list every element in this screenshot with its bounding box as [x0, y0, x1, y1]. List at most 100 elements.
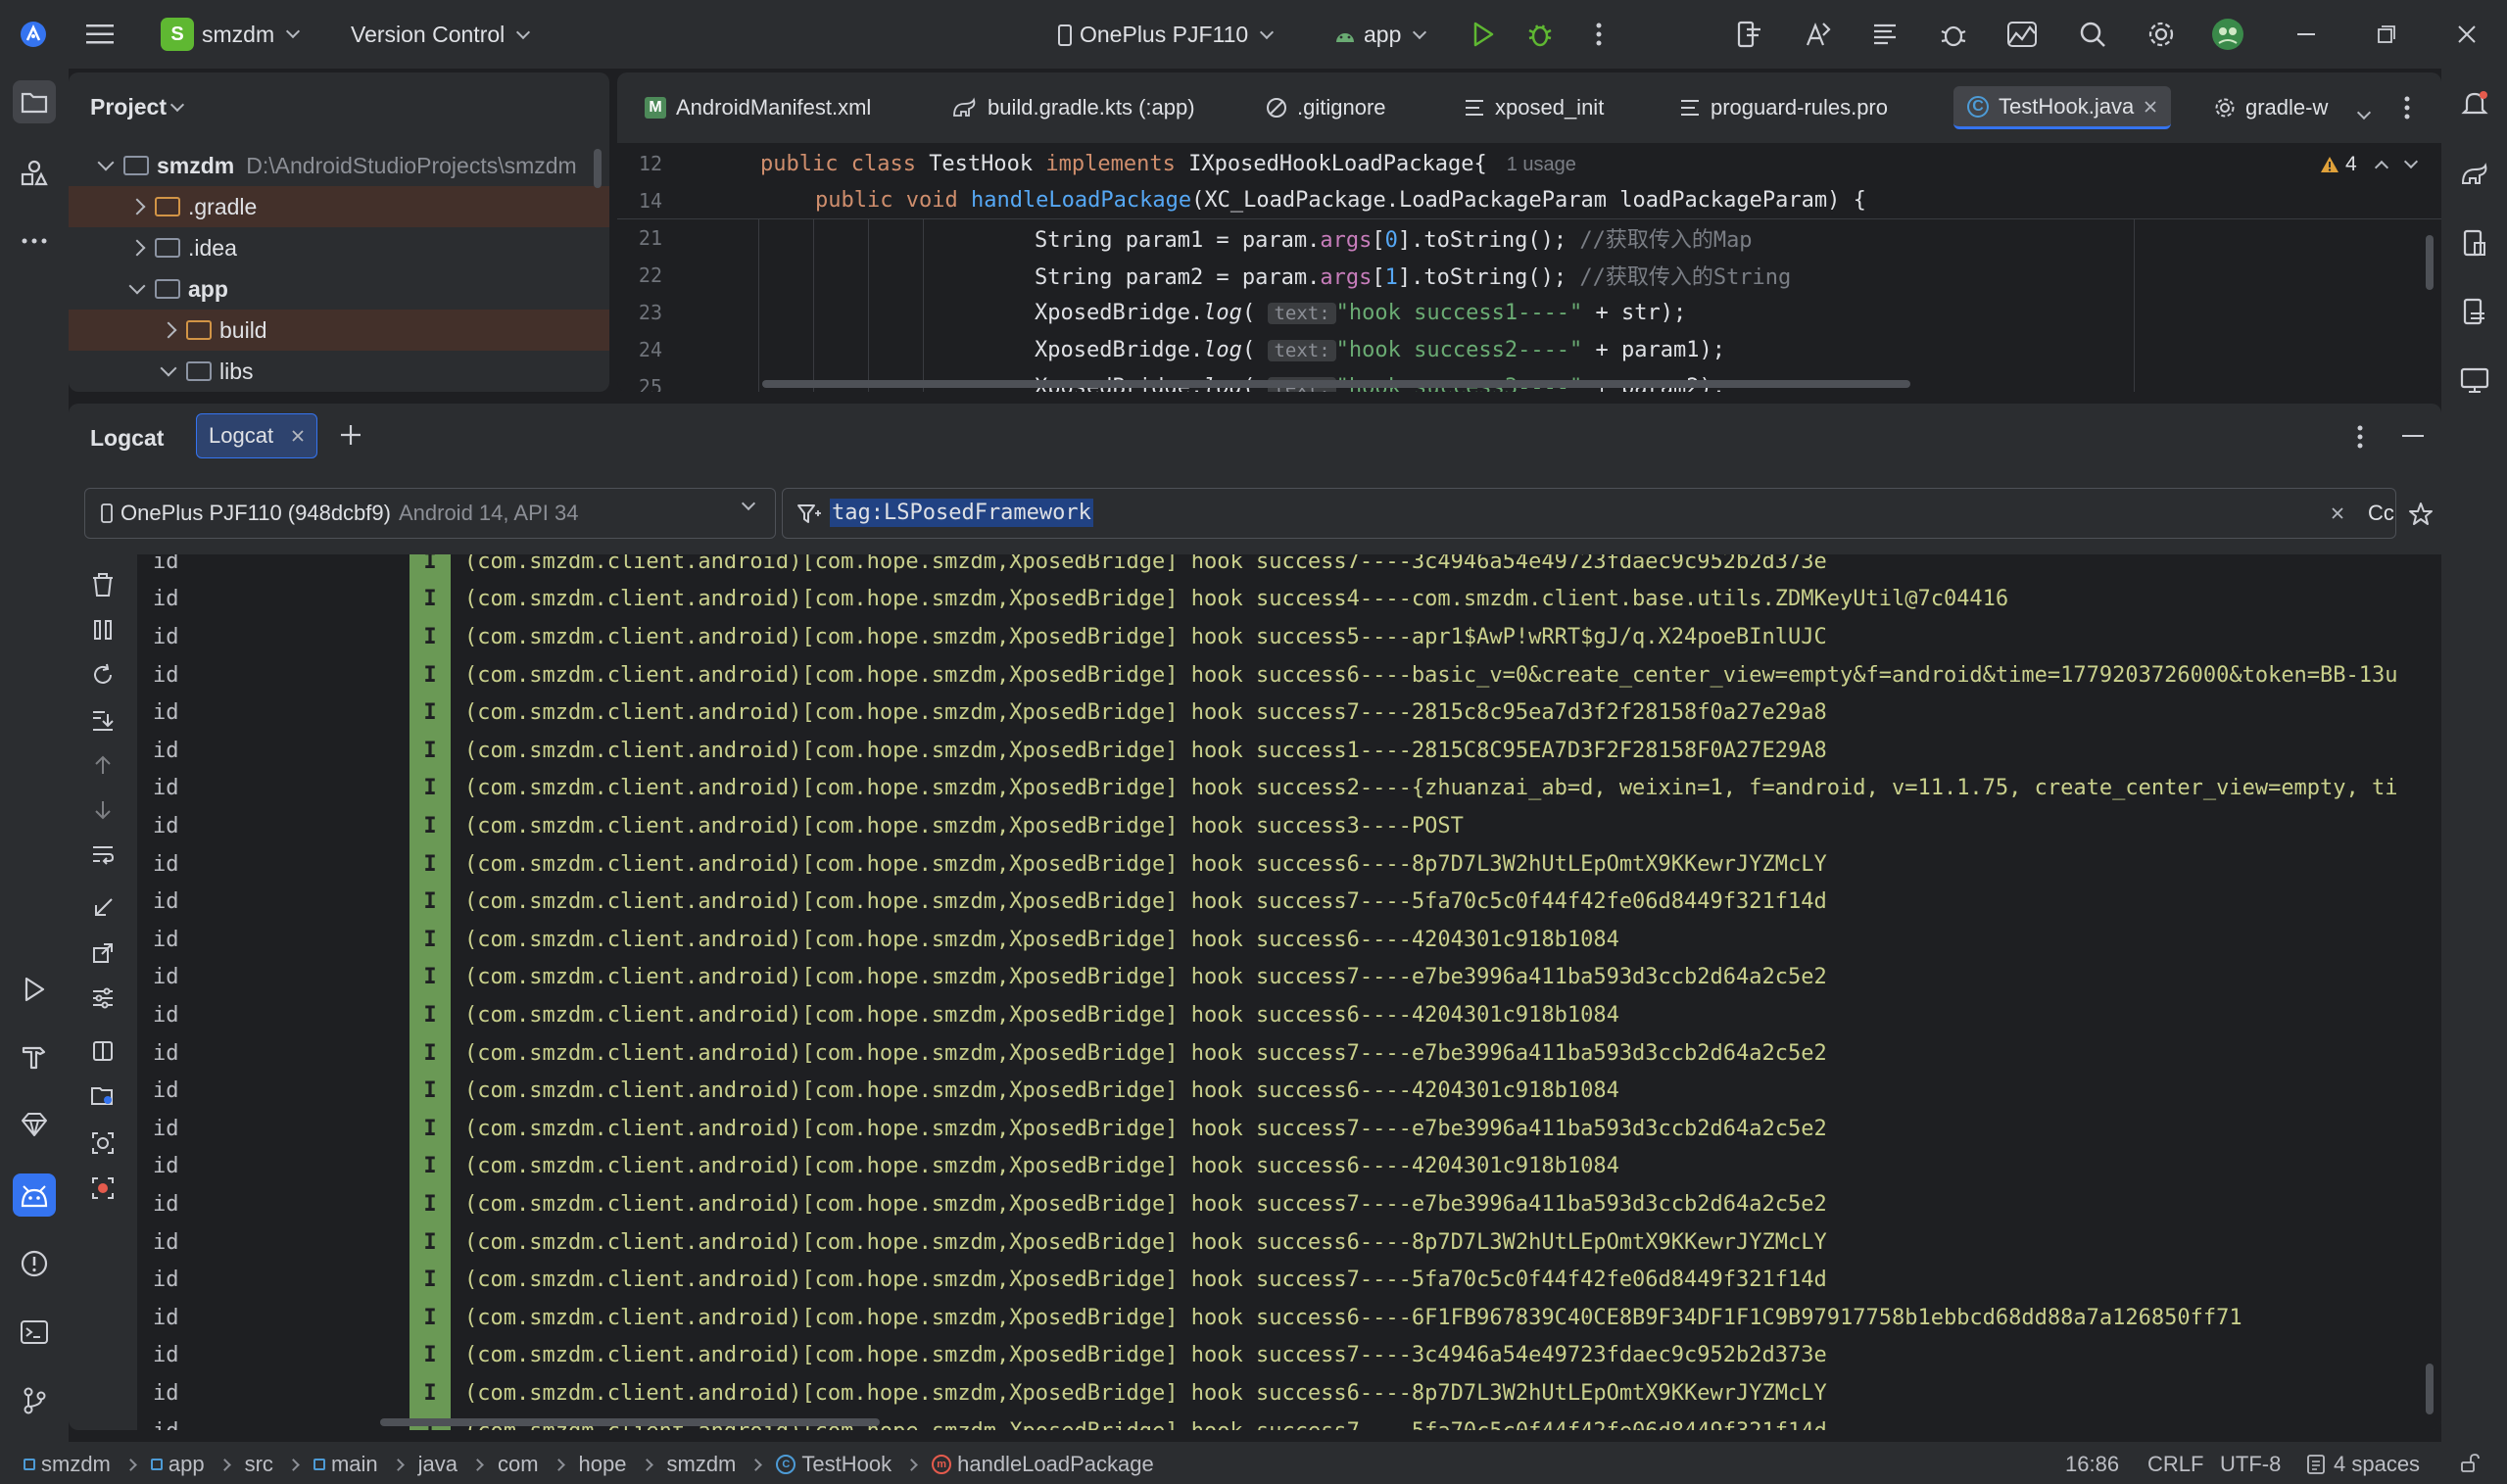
- next-occurrence-arrow-down-icon[interactable]: [86, 793, 120, 827]
- log-row[interactable]: id I (com.smzdm.client.android)[com.hope.s…: [137, 1110, 2441, 1148]
- editor-horizontal-scrollbar[interactable]: [762, 380, 1910, 388]
- close-tab-icon[interactable]: [2144, 100, 2157, 114]
- translate-icon[interactable]: [1799, 15, 1838, 54]
- usage-hint[interactable]: 1 usage: [1507, 154, 1576, 175]
- breadcrumb-item[interactable]: java: [418, 1452, 458, 1477]
- caret-position[interactable]: 16:86: [2065, 1452, 2119, 1477]
- tree-item-libs[interactable]: libs: [69, 351, 609, 392]
- read-only-lock-icon[interactable]: [2459, 1454, 2481, 1473]
- tab-gradle-wrapper[interactable]: gradle-w: [2200, 86, 2341, 129]
- log-row[interactable]: id I (com.smzdm.client.android)[com.hope.s…: [137, 921, 2441, 959]
- log-row[interactable]: id I (com.smzdm.client.android)[com.hope.s…: [137, 1147, 2441, 1186]
- log-row[interactable]: id I (com.smzdm.client.android)[com.hope.s…: [137, 1374, 2441, 1412]
- expand-arrow-icon[interactable]: [86, 936, 120, 970]
- screenshot-icon[interactable]: [86, 1126, 120, 1160]
- log-row[interactable]: id I (com.smzdm.client.android)[com.hope.s…: [137, 554, 2441, 581]
- profiler-icon[interactable]: [2002, 15, 2042, 54]
- restore-window-icon[interactable]: [2367, 15, 2406, 54]
- logcat-tab[interactable]: Logcat: [196, 413, 318, 458]
- terminal-icon[interactable]: [13, 1311, 56, 1354]
- build-hammer-icon[interactable]: [13, 1034, 56, 1077]
- tab-testhook-java[interactable]: C TestHook.java: [1953, 86, 2172, 129]
- breadcrumb-item[interactable]: smzdm: [667, 1452, 737, 1477]
- scroll-to-end-icon[interactable]: [86, 703, 120, 737]
- file-encoding[interactable]: UTF-8: [2220, 1452, 2281, 1477]
- log-row[interactable]: id I (com.smzdm.client.android)[com.hope.s…: [137, 1261, 2441, 1299]
- tab-gitignore[interactable]: .gitignore: [1252, 86, 1400, 129]
- match-case-toggle[interactable]: Cc: [2368, 501, 2394, 526]
- log-row[interactable]: id I (com.smzdm.client.android)[com.hope.s…: [137, 1033, 2441, 1073]
- log-row[interactable]: id I (com.smzdm.client.android)[com.hope.s…: [137, 1299, 2441, 1337]
- next-highlight-icon[interactable]: [2403, 154, 2418, 169]
- code-line-24[interactable]: 24 XposedBridge.log( text: "hook success2…: [617, 331, 2441, 368]
- filter-query[interactable]: tag:LSPosedFramework: [830, 499, 1093, 527]
- running-devices-icon[interactable]: [2453, 359, 2496, 402]
- close-window-icon[interactable]: [2447, 15, 2486, 54]
- clear-logcat-trash-icon[interactable]: [86, 568, 120, 601]
- log-row[interactable]: id I (com.smzdm.client.android)[com.hope.s…: [137, 769, 2441, 808]
- device-file-explorer-icon[interactable]: [2453, 221, 2496, 264]
- code-line-14[interactable]: 14 public void handleLoadPackage(XC_Load…: [617, 182, 2441, 219]
- run-icon[interactable]: [1464, 15, 1503, 54]
- android-studio-logo-icon[interactable]: [14, 15, 53, 54]
- tab-xposed-init[interactable]: xposed_init: [1450, 86, 1617, 129]
- breadcrumb-item[interactable]: com: [498, 1452, 539, 1477]
- hamburger-menu-icon[interactable]: [80, 15, 120, 54]
- log-row[interactable]: id I (com.smzdm.client.android)[com.hope.s…: [137, 1185, 2441, 1223]
- gradle-tool-icon[interactable]: [2453, 153, 2496, 196]
- tab-build-gradle[interactable]: build.gradle.kts (:app): [939, 86, 1209, 129]
- log-row[interactable]: id I (com.smzdm.client.android)[com.hope.s…: [137, 883, 2441, 921]
- run-config-selector[interactable]: app: [1334, 22, 1427, 48]
- vcs-menu[interactable]: Version Control: [351, 22, 531, 48]
- editor-more-icon[interactable]: [2404, 96, 2410, 120]
- log-row[interactable]: id I (com.smzdm.client.android)[com.hope.s…: [137, 996, 2441, 1034]
- export-logs-icon[interactable]: [86, 1079, 120, 1113]
- avatar[interactable]: [2208, 15, 2247, 54]
- logcat-device-selector[interactable]: OnePlus PJF110 (948dcbf9) Android 14, AP…: [84, 488, 776, 539]
- new-tab-plus-icon[interactable]: [339, 423, 362, 447]
- code-line-22[interactable]: 22 String param2 = param.args[1].toStrin…: [617, 257, 2441, 294]
- log-row[interactable]: id I (com.smzdm.client.android)[com.hope.s…: [137, 1222, 2441, 1262]
- soft-wrap-icon[interactable]: [86, 838, 120, 872]
- minimize-window-icon[interactable]: [2287, 15, 2326, 54]
- tree-item-idea[interactable]: .idea: [69, 227, 609, 268]
- debug-icon[interactable]: [1520, 15, 1560, 54]
- indent-setting[interactable]: 4 spaces: [2306, 1452, 2420, 1477]
- tabs-overflow-chevron-icon[interactable]: [2353, 98, 2372, 123]
- project-tool-icon[interactable]: [13, 80, 56, 123]
- tree-item-gradle[interactable]: .gradle: [69, 186, 609, 227]
- favorite-star-icon[interactable]: [2408, 502, 2434, 527]
- settings-gear-icon[interactable]: [2142, 15, 2181, 54]
- breadcrumb-item[interactable]: main: [331, 1452, 378, 1477]
- log-row[interactable]: id I (com.smzdm.client.android)[com.hope.s…: [137, 694, 2441, 732]
- search-icon[interactable]: [2073, 15, 2112, 54]
- logcat-filter-field[interactable]: tag:LSPosedFramework Cc: [782, 488, 2396, 539]
- restart-icon[interactable]: [86, 658, 120, 692]
- log-row[interactable]: id I (com.smzdm.client.android)[com.hope.s…: [137, 1072, 2441, 1110]
- logcat-output[interactable]: id I (com.smzdm.client.android)[com.hope.s…: [137, 554, 2441, 1430]
- tab-androidmanifest[interactable]: M AndroidManifest.xml: [631, 86, 885, 129]
- tree-item-build[interactable]: build: [69, 310, 609, 351]
- log-row[interactable]: id I (com.smzdm.client.android)[com.hope.s…: [137, 958, 2441, 997]
- line-separator[interactable]: CRLF: [2147, 1452, 2203, 1477]
- filter-funnel-icon[interactable]: [796, 503, 822, 526]
- tree-item-smzdm[interactable]: smzdm D:\AndroidStudioProjects\smzdm: [69, 145, 609, 186]
- log-row[interactable]: id I (com.smzdm.client.android)[com.hope.s…: [137, 655, 2441, 694]
- format-settings-icon[interactable]: [86, 981, 120, 1015]
- log-row[interactable]: id I (com.smzdm.client.android)[com.hope.s…: [137, 844, 2441, 884]
- logcat-tool-icon[interactable]: [13, 1173, 56, 1217]
- split-panels-icon[interactable]: [86, 1034, 120, 1068]
- code-line-21[interactable]: 21 String param1 = param.args[0].toStrin…: [617, 219, 2441, 257]
- device-manager-icon[interactable]: [1730, 15, 1769, 54]
- logcat-vertical-scrollbar[interactable]: [2426, 1364, 2434, 1414]
- code-line-23[interactable]: 23 XposedBridge.log( text: "hook success1…: [617, 294, 2441, 331]
- breadcrumb-item[interactable]: handleLoadPackage: [957, 1452, 1154, 1477]
- app-inspection-icon[interactable]: [1934, 15, 1973, 54]
- more-actions-icon[interactable]: [1579, 15, 1618, 54]
- collapse-arrow-icon[interactable]: [86, 891, 120, 925]
- device-mirroring-icon[interactable]: [2453, 290, 2496, 333]
- previous-occurrence-arrow-up-icon[interactable]: [86, 748, 120, 782]
- project-view-selector[interactable]: Project: [90, 94, 185, 120]
- previous-highlight-icon[interactable]: [2374, 160, 2388, 175]
- log-row[interactable]: id I (com.smzdm.client.android)[com.hope.s…: [137, 580, 2441, 619]
